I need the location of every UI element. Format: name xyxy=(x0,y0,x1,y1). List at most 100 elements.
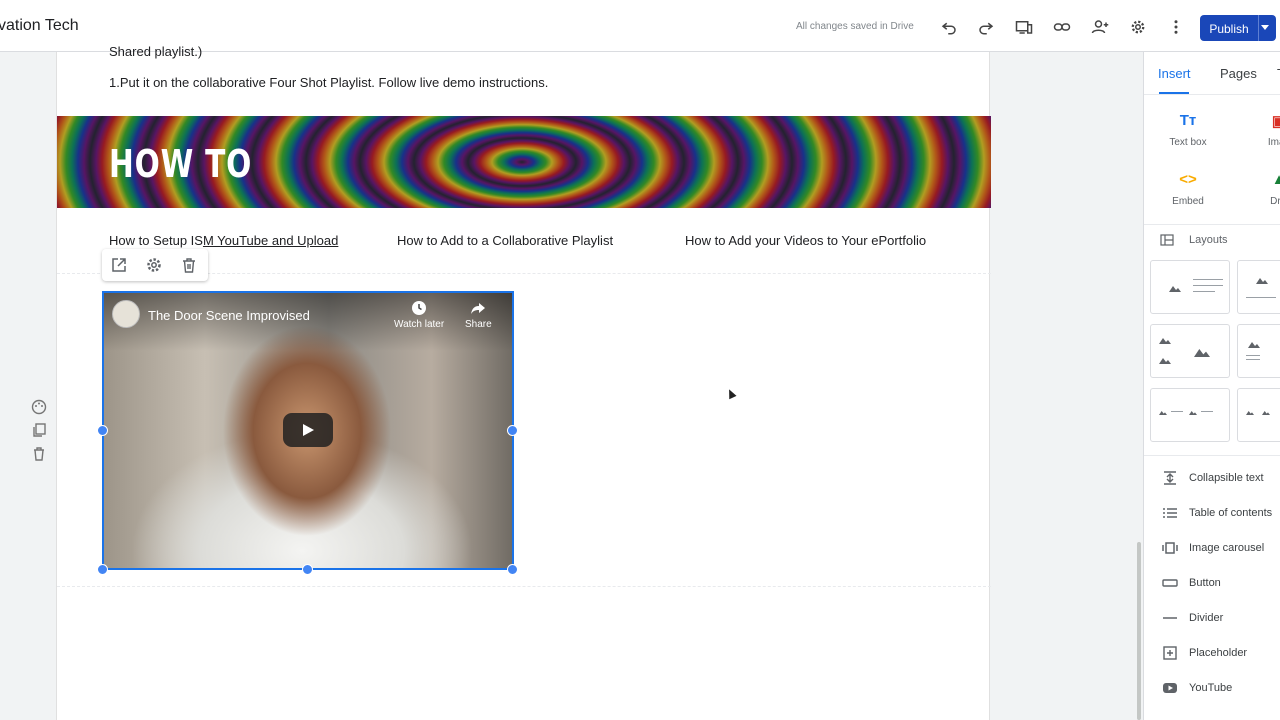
collapsible-text-label: Collapsible text xyxy=(1189,472,1264,484)
page-scrollbar[interactable] xyxy=(1136,52,1142,720)
delete-section-icon[interactable] xyxy=(31,446,47,462)
insert-image[interactable]: ▣ Imag xyxy=(1244,112,1280,148)
tab-insert[interactable]: Insert xyxy=(1158,66,1191,81)
duplicate-section-icon[interactable] xyxy=(31,422,47,438)
layouts-icon xyxy=(1160,233,1174,246)
clock-icon xyxy=(412,301,427,315)
insert-table-of-contents[interactable]: Table of contents xyxy=(1144,503,1280,523)
share-video-button[interactable]: Share xyxy=(465,300,492,330)
save-status: All changes saved in Drive xyxy=(796,21,914,32)
palette-icon[interactable] xyxy=(31,399,47,415)
image-carousel-label: Image carousel xyxy=(1189,542,1265,554)
insert-placeholder[interactable]: Placeholder xyxy=(1144,643,1280,663)
intro-text-2[interactable]: 1.Put it on the collaborative Four Shot … xyxy=(109,75,548,90)
resize-handle-bottom-right[interactable] xyxy=(507,564,518,575)
divider-label: Divider xyxy=(1189,612,1224,624)
share-icon[interactable] xyxy=(1091,18,1109,36)
watch-later-label: Watch later xyxy=(394,319,445,330)
insert-image-carousel[interactable]: Image carousel xyxy=(1144,538,1280,558)
resize-handle-bottom[interactable] xyxy=(302,564,313,575)
layout-image-icon xyxy=(1262,411,1270,415)
layout-image-icon xyxy=(1159,358,1171,364)
image-icon: ▣ xyxy=(1244,112,1280,132)
button-icon xyxy=(1162,579,1178,587)
drive-icon: ▲ xyxy=(1244,171,1280,191)
button-label: Button xyxy=(1189,577,1221,589)
layout-option[interactable] xyxy=(1150,324,1230,378)
how-to-banner[interactable]: HOW TO xyxy=(57,116,991,208)
divider-icon xyxy=(1163,617,1177,619)
redo-icon[interactable] xyxy=(977,18,995,36)
watch-later-button[interactable]: Watch later xyxy=(394,300,444,330)
panel-divider xyxy=(1144,455,1280,456)
scrollbar-thumb[interactable] xyxy=(1137,542,1141,720)
layout-image-icon xyxy=(1246,411,1254,415)
placeholder-icon xyxy=(1163,646,1177,660)
placeholder-label: Placeholder xyxy=(1189,647,1248,659)
page-canvas: Shared playlist.) 1.Put it on the collab… xyxy=(56,44,991,720)
insert-text-box[interactable]: Tт Text box xyxy=(1153,112,1223,148)
publish-button[interactable]: Publish xyxy=(1200,15,1276,41)
section-divider xyxy=(57,586,991,587)
channel-avatar[interactable] xyxy=(112,300,140,328)
layout-option[interactable] xyxy=(1150,260,1230,314)
publish-separator xyxy=(1258,15,1259,41)
table-of-contents-label: Table of contents xyxy=(1189,507,1273,519)
link-setup-youtube[interactable]: How to Setup ISM YouTube and Upload xyxy=(109,233,338,248)
panel-divider xyxy=(1144,224,1280,225)
layout-option[interactable] xyxy=(1237,388,1280,442)
link-icon[interactable] xyxy=(1053,18,1071,36)
delete-element-icon[interactable] xyxy=(180,256,198,274)
insert-button[interactable]: Button xyxy=(1144,573,1280,593)
settings-icon[interactable] xyxy=(1129,18,1147,36)
drive-label: Driv xyxy=(1270,196,1280,207)
link-setup-youtube-prefix: How to Setup IS xyxy=(109,233,203,248)
undo-icon[interactable] xyxy=(940,18,958,36)
text-box-icon: Tт xyxy=(1179,112,1197,129)
play-button[interactable] xyxy=(283,413,333,447)
youtube-video-embed[interactable]: The Door Scene Improvised Watch later Sh… xyxy=(102,291,514,570)
tab-underline xyxy=(1144,94,1280,95)
element-settings-icon[interactable] xyxy=(145,256,163,274)
insert-drive[interactable]: ▲ Driv xyxy=(1244,171,1280,207)
more-icon[interactable] xyxy=(1167,18,1185,36)
tab-pages[interactable]: Pages xyxy=(1220,66,1257,81)
collapsible-text-icon xyxy=(1164,471,1176,485)
layout-image-icon xyxy=(1248,342,1260,348)
layout-image-icon xyxy=(1194,349,1210,357)
insert-collapsible-text[interactable]: Collapsible text xyxy=(1144,468,1280,488)
image-carousel-icon xyxy=(1162,542,1178,554)
layout-option[interactable] xyxy=(1237,260,1280,314)
link-setup-youtube-underlined[interactable]: M YouTube and Upload xyxy=(203,233,338,248)
insert-divider[interactable]: Divider xyxy=(1144,608,1280,628)
insert-youtube[interactable]: YouTube xyxy=(1144,678,1280,698)
insert-embed[interactable]: <> Embed xyxy=(1153,171,1223,207)
site-title[interactable]: vation Tech xyxy=(0,17,79,35)
text-box-label: Text box xyxy=(1169,137,1207,148)
resize-handle-bottom-left[interactable] xyxy=(97,564,108,575)
layout-option[interactable] xyxy=(1237,324,1280,378)
layout-option[interactable] xyxy=(1150,388,1230,442)
link-eportfolio[interactable]: How to Add your Videos to Your ePortfoli… xyxy=(685,233,926,248)
share-arrow-icon xyxy=(471,303,486,314)
open-external-icon[interactable] xyxy=(110,256,128,274)
share-label: Share xyxy=(465,319,492,330)
layout-image-icon xyxy=(1189,411,1197,415)
layout-image-icon xyxy=(1159,411,1167,415)
layout-image-icon xyxy=(1169,286,1181,292)
resize-handle-left[interactable] xyxy=(97,425,108,436)
publish-dropdown-icon[interactable] xyxy=(1261,25,1269,30)
banner-title: HOW TO xyxy=(109,142,253,186)
embed-label: Embed xyxy=(1172,196,1204,207)
youtube-icon xyxy=(1163,683,1177,693)
preview-icon[interactable] xyxy=(1015,18,1033,36)
video-title[interactable]: The Door Scene Improvised xyxy=(148,308,310,323)
layouts-heading[interactable]: Layouts xyxy=(1189,234,1228,246)
publish-label: Publish xyxy=(1209,22,1249,36)
intro-text-1[interactable]: Shared playlist.) xyxy=(109,44,202,59)
embed-icon: <> xyxy=(1179,171,1197,188)
insert-panel: Insert Pages T Tт Text box ▣ Imag <> Emb… xyxy=(1143,52,1280,720)
element-toolbar xyxy=(102,249,208,281)
link-collaborative-playlist[interactable]: How to Add to a Collaborative Playlist xyxy=(397,233,613,248)
resize-handle-right[interactable] xyxy=(507,425,518,436)
